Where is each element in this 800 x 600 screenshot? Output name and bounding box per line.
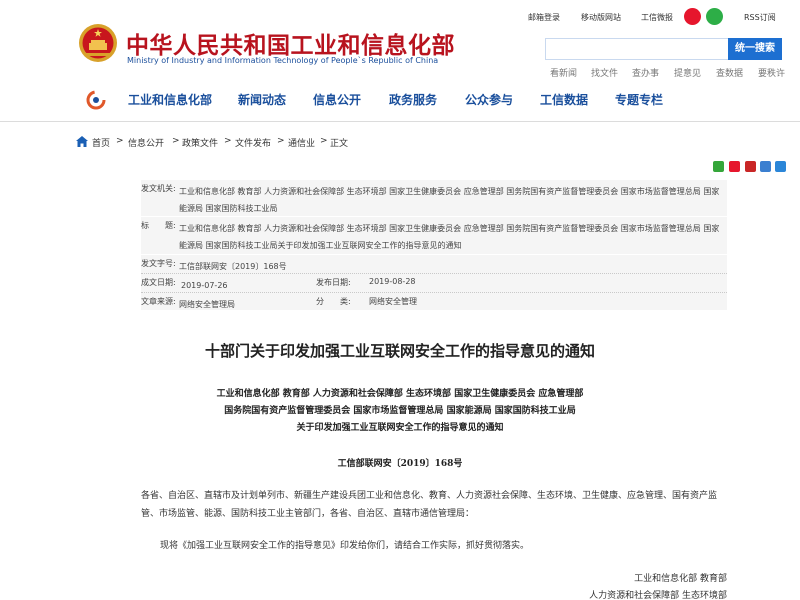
recipients-line: 国务院国有资产监督管理委员会 国家市场监督管理总局 国家能源局 国家国防科技工业…	[224, 406, 576, 416]
mail-login-link[interactable]: 邮箱登录	[528, 12, 560, 23]
meta-label-source: 文章来源:	[141, 297, 176, 306]
breadcrumb-sep: >	[224, 136, 232, 146]
site-title-english: Ministry of Industry and Information Tec…	[127, 56, 439, 65]
breadcrumb-current: 正文	[330, 139, 349, 149]
breadcrumb-sep: >	[277, 136, 285, 146]
meta-label-created: 成文日期:	[141, 278, 176, 287]
meta-value-issuer: 工业和信息化部 教育部 人力资源和社会保障部 生态环境部 国家卫生健康委员会 应…	[179, 187, 720, 213]
site-title[interactable]: 中华人民共和国工业和信息化部	[126, 26, 455, 60]
meta-row-dates: 成文日期: 2019-07-26 发布日期: 2019-08-28	[141, 274, 727, 293]
rss-link[interactable]: RSS订阅	[744, 12, 776, 23]
meta-label-issuer: 发文机关:	[141, 184, 176, 193]
quick-link-data[interactable]: 查数据	[716, 66, 743, 79]
breadcrumb-info-disclosure[interactable]: 信息公开	[128, 136, 164, 149]
breadcrumb: 首页 > 信息公开 > 政策文件 > 文件发布 > 通信业 > 正文	[74, 134, 794, 152]
nav-item-participation[interactable]: 公众参与	[465, 91, 513, 108]
meta-label-category: 分 类:	[316, 297, 351, 306]
nav-item-services[interactable]: 政务服务	[389, 91, 437, 108]
meta-row-issuer: 发文机关: 工业和信息化部 教育部 人力资源和社会保障部 生态环境部 国家卫生健…	[141, 180, 727, 217]
quick-link-feedback[interactable]: 提意见	[674, 66, 701, 79]
document-meta-table: 发文机关: 工业和信息化部 教育部 人力资源和社会保障部 生态环境部 国家卫生健…	[141, 180, 727, 311]
wechat-icon[interactable]	[706, 8, 723, 25]
mobile-site-link[interactable]: 移动版网站	[581, 12, 621, 23]
breadcrumb-home[interactable]: 首页	[92, 136, 110, 149]
weibo-link[interactable]: 工信微报	[641, 12, 673, 23]
nav-item-topics[interactable]: 专题专栏	[615, 91, 663, 108]
weibo-icon[interactable]	[684, 8, 701, 25]
article-paragraph: 各省、自治区、直辖市及计划单列市、新疆生产建设兵团工业和信息化、教育、人力资源社…	[141, 491, 718, 519]
meta-value-docno: 工信部联网安〔2019〕168号	[179, 262, 287, 271]
quick-link-more[interactable]: 要秩许	[758, 66, 785, 79]
breadcrumb-sep: >	[172, 136, 180, 146]
qq-share-icon[interactable]	[760, 161, 771, 172]
meta-value-published: 2019-08-28	[369, 277, 416, 286]
breadcrumb-doc-release[interactable]: 文件发布	[235, 136, 271, 149]
recipients-line: 关于印发加强工业互联网安全工作的指导意见的通知	[296, 423, 504, 433]
more-share-icon[interactable]	[775, 161, 786, 172]
meta-label-subject: 标 题:	[141, 221, 176, 230]
meta-row-subject: 标 题: 工业和信息化部 教育部 人力资源和社会保障部 生态环境部 国家卫生健康…	[141, 217, 727, 255]
signature-line: 工业和信息化部 教育部	[634, 574, 727, 584]
meta-value-source: 网络安全管理局	[179, 300, 235, 309]
wechat-share-icon[interactable]	[713, 161, 724, 172]
article-doc-number: 工信部联网安〔2019〕168号	[337, 459, 463, 469]
nav-item-ministry[interactable]: 工业和信息化部	[128, 91, 212, 108]
ministry-logo-icon[interactable]	[86, 90, 106, 110]
quick-link-news[interactable]: 看新闻	[550, 66, 577, 79]
article-signature: 工业和信息化部 教育部 人力资源和社会保障部 生态环境部	[589, 571, 727, 600]
national-emblem-icon[interactable]	[78, 23, 118, 63]
meta-label-docno: 发文字号:	[141, 259, 176, 268]
quick-link-services[interactable]: 查办事	[632, 66, 659, 79]
search-input[interactable]	[545, 38, 729, 60]
meta-value-category: 网络安全管理	[369, 297, 417, 306]
meta-label-published: 发布日期:	[316, 278, 351, 287]
home-icon[interactable]	[76, 136, 88, 147]
recipients-line: 工业和信息化部 教育部 人力资源和社会保障部 生态环境部 国家卫生健康委员会 应…	[216, 389, 584, 399]
nav-item-info-disclosure[interactable]: 信息公开	[313, 91, 361, 108]
breadcrumb-telecom[interactable]: 通信业	[288, 136, 315, 149]
meta-row-source: 文章来源: 网络安全管理局 分 类: 网络安全管理	[141, 293, 727, 311]
site-header: 中华人民共和国工业和信息化部 Ministry of Industry and …	[0, 0, 800, 122]
top-links: 邮箱登录 移动版网站 工信微报 RSS订阅	[0, 12, 800, 26]
pdf-share-icon[interactable]	[745, 161, 756, 172]
meta-value-created: 2019-07-26	[181, 281, 228, 290]
meta-row-docno: 发文字号: 工信部联网安〔2019〕168号	[141, 255, 727, 274]
nav-item-news[interactable]: 新闻动态	[238, 91, 286, 108]
search-button[interactable]: 统一搜索	[728, 38, 782, 60]
article-title: 十部门关于印发加强工业互联网安全工作的指导意见的通知	[204, 342, 595, 360]
meta-value-subject: 工业和信息化部 教育部 人力资源和社会保障部 生态环境部 国家卫生健康委员会 应…	[179, 224, 720, 250]
nav-item-data[interactable]: 工信数据	[540, 91, 588, 108]
article-recipients: 工业和信息化部 教育部 人力资源和社会保障部 生态环境部 国家卫生健康委员会 应…	[0, 386, 800, 437]
quick-link-files[interactable]: 找文件	[591, 66, 618, 79]
breadcrumb-sep: >	[116, 136, 124, 146]
weibo-share-icon[interactable]	[729, 161, 740, 172]
breadcrumb-sep: >	[320, 136, 328, 146]
signature-line: 人力资源和社会保障部 生态环境部	[589, 591, 727, 600]
article-paragraph: 现将《加强工业互联网安全工作的指导意见》印发给你们，请结合工作实际，抓好贯彻落实…	[160, 541, 530, 551]
breadcrumb-policy-docs[interactable]: 政策文件	[182, 136, 218, 149]
